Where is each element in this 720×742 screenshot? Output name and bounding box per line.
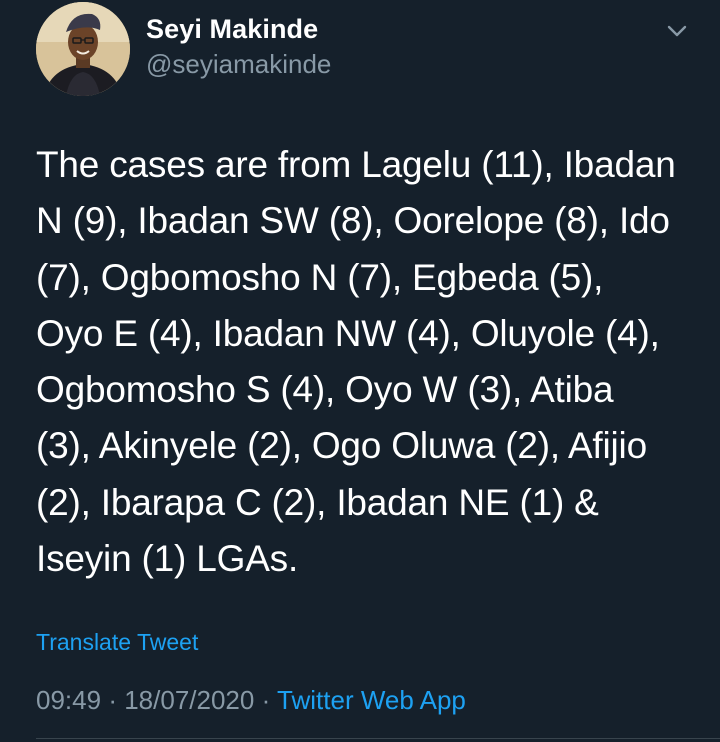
display-name[interactable]: Seyi Makinde: [146, 12, 331, 46]
meta-separator: ·: [261, 685, 271, 715]
tweet-card: Seyi Makinde @seyiamakinde The cases are…: [0, 0, 720, 742]
tweet-menu-button[interactable]: [664, 18, 690, 44]
avatar[interactable]: [36, 2, 130, 96]
tweet-date: 18/07/2020: [124, 685, 255, 715]
tweet-meta: 09:49 · 18/07/2020 · Twitter Web App: [36, 683, 466, 717]
user-avatar-icon: [36, 2, 130, 96]
divider: [36, 738, 720, 739]
meta-separator: ·: [108, 685, 117, 715]
chevron-down-icon: [667, 25, 687, 37]
tweet-source-link[interactable]: Twitter Web App: [277, 685, 466, 715]
tweet-time: 09:49: [36, 685, 102, 715]
user-handle[interactable]: @seyiamakinde: [146, 48, 331, 80]
tweet-text: The cases are from Lagelu (11), Ibadan N…: [36, 144, 676, 580]
user-info: Seyi Makinde @seyiamakinde: [146, 12, 331, 80]
translate-tweet-link[interactable]: Translate Tweet: [36, 627, 198, 657]
